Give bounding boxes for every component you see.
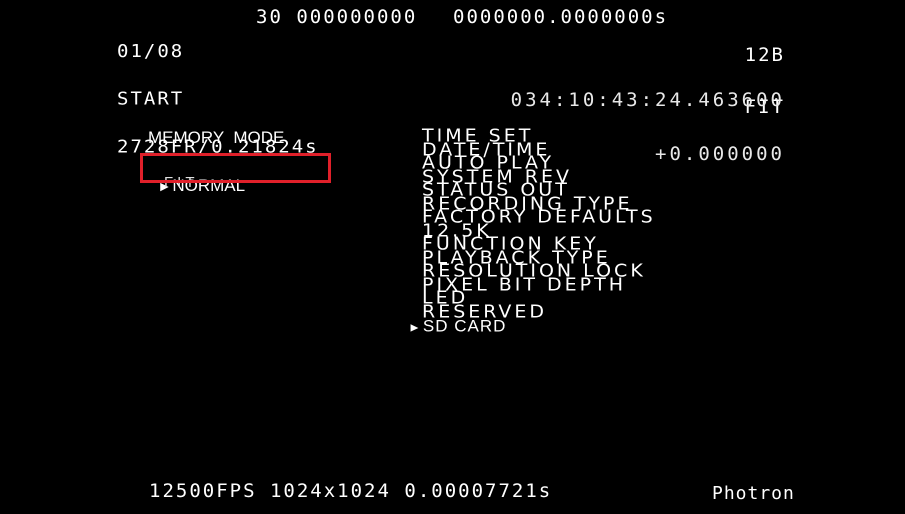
clock-time: 034:10:43:24.463600 <box>510 89 785 111</box>
footer-status: 12500FPS 1024x1024 0.00007721s <box>149 482 552 501</box>
elapsed-time: 0000000.0000000s <box>453 6 669 28</box>
memory-mode-title: MEMORY MODE <box>148 128 285 147</box>
current-item-arrow-icon: ► <box>408 320 422 335</box>
memory-counter: 01/08 <box>117 41 185 62</box>
frame-rate: 12500FPS <box>149 480 257 502</box>
frame-number: 30 000000000 <box>256 6 418 28</box>
main-menu-list: TIME SET DATE/TIME AUTO PLAY SYSTEM REV … <box>408 127 656 334</box>
menu-item-sd-card-label: SD CARD <box>422 317 507 336</box>
shutter-speed: 0.00007721s <box>404 480 553 502</box>
resolution: 1024x1024 <box>269 480 391 502</box>
trigger-mode: START <box>117 88 185 110</box>
brand-logo: Photron <box>712 483 795 504</box>
menu-item-sd-card[interactable]: ►SD CARD <box>408 317 656 336</box>
selection-highlight-box <box>140 153 331 183</box>
